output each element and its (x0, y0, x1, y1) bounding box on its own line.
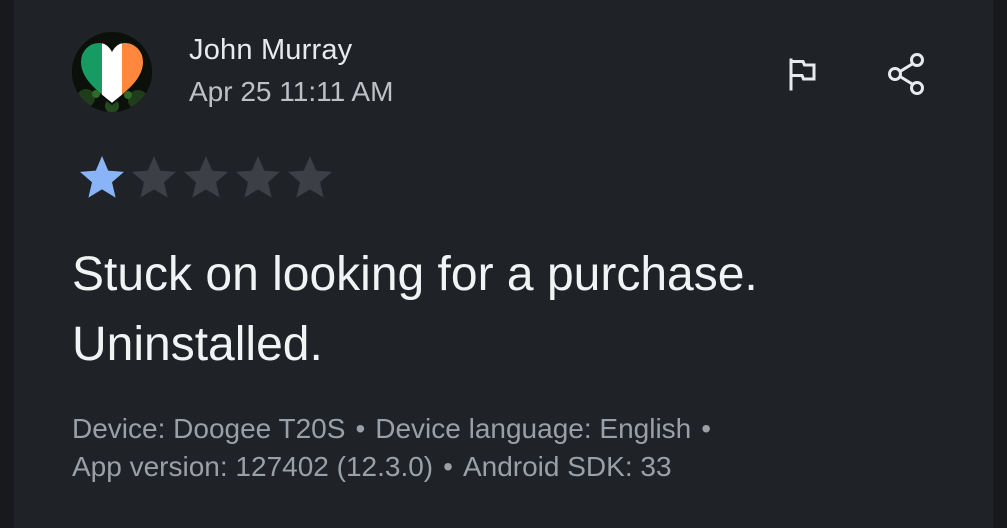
flag-button[interactable] (780, 52, 824, 96)
avatar (72, 32, 152, 112)
ireland-heart-icon (72, 32, 152, 112)
share-icon (888, 53, 924, 95)
device-language-info: Device language: English (375, 413, 692, 444)
review-text: Stuck on looking for a purchase. Uninsta… (72, 240, 972, 380)
review-text-line-1: Stuck on looking for a purchase. (72, 248, 758, 301)
separator: • (355, 413, 366, 444)
review-date: Apr 25 11:11 AM (189, 76, 394, 107)
app-version-info: App version: 127402 (12.3.0) (72, 451, 434, 482)
star-empty-icon (236, 156, 280, 198)
review-metadata: Device: Doogee T20S • Device language: Eng… (72, 410, 972, 486)
android-sdk-info: Android SDK: 33 (462, 451, 672, 482)
star-empty-icon (184, 156, 228, 198)
star-empty-icon (132, 156, 176, 198)
author-name: John Murray (189, 34, 353, 66)
separator: • (701, 413, 712, 444)
device-info: Device: Doogee T20S (72, 413, 346, 444)
separator: • (443, 451, 453, 482)
star-rating (76, 152, 336, 200)
share-button[interactable] (884, 52, 928, 96)
review-text-line-2: Uninstalled. (72, 318, 323, 371)
star-filled-icon (80, 156, 124, 198)
star-empty-icon (288, 156, 332, 198)
flag-icon (789, 58, 816, 91)
review-card: John Murray Apr 25 11:11 AM Stuck on loo… (0, 0, 1007, 528)
